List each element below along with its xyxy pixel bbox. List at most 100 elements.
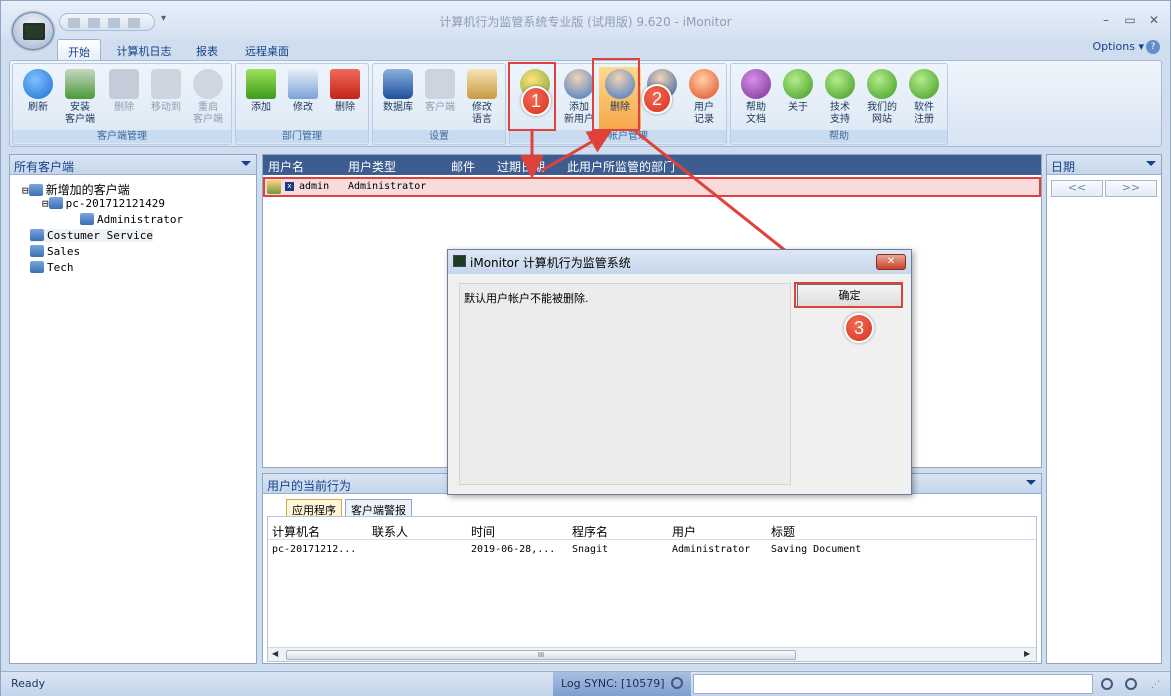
button-label: 重启 客户端 [193,102,223,125]
chevron-down-icon[interactable] [241,161,251,166]
app-menu-button[interactable] [12,12,54,50]
chart-icon[interactable] [108,18,120,28]
register-button[interactable]: 软件 注册 [903,67,945,129]
clients-panel: 所有客户端 ⊟ 新增加的客户端 ⊟ pc-201712121429 Administ… [9,154,257,664]
chart-icon[interactable] [68,18,80,28]
maximize-button[interactable]: ▭ [1120,13,1140,27]
table-cell: Saving Document [771,544,862,555]
group-icon [30,245,44,257]
qat-dropdown-icon[interactable]: ▾ [161,13,166,24]
table-cell: Snagit [572,544,609,555]
table-row[interactable]: pc-20171212... 2019-06-28,... Snagit Adm… [268,544,1036,560]
prev-date-button[interactable]: << [1051,180,1103,197]
table-row[interactable]: x admin Administrator [263,177,1041,197]
column-header[interactable]: 标题 [771,523,795,540]
website-button[interactable]: 我们的 网站 [861,67,903,129]
resize-grip-icon[interactable]: ⋰ [1151,680,1160,690]
next-date-button[interactable]: >> [1105,180,1157,197]
group-department-management: 添加 修改 删除 部门管理 [235,63,369,145]
tab-applications[interactable]: 应用程序 [286,499,342,517]
home-icon [867,69,897,99]
plus-icon [246,69,276,99]
column-header[interactable]: 时间 [471,523,495,540]
user-records-button[interactable]: 用户 记录 [683,67,725,129]
button-label: 修改 [293,102,313,113]
tab-start[interactable]: 开始 [57,39,101,60]
tab-computer-log[interactable]: 计算机日志 [109,39,179,60]
help-docs-button[interactable]: 帮助 文档 [735,67,777,129]
tab-remote-desktop[interactable]: 远程桌面 [237,39,297,60]
edit-department-button[interactable]: 修改 [282,67,324,129]
dialog-close-button[interactable]: ✕ [876,254,906,270]
help-icon[interactable]: ? [1146,40,1160,54]
client-settings-button[interactable]: 客户端 [419,67,461,129]
group-label: 用户帐户管理 [510,130,726,143]
date-panel: 日期 << >> [1046,154,1162,664]
change-language-button[interactable]: 修改 语言 [461,67,503,129]
column-header[interactable]: 联系人 [372,523,408,540]
column-header[interactable]: 程序名 [572,523,608,540]
tree-node-sales[interactable]: Sales [30,245,80,258]
add-user-icon [564,69,594,99]
button-label: 我们的 网站 [867,102,897,125]
tree-node-pc[interactable]: ⊟ pc-201712121429 [42,197,165,210]
window-icon[interactable] [128,18,140,28]
minimize-button[interactable]: – [1096,13,1116,27]
database-button[interactable]: 数据库 [377,67,419,129]
restart-client-button[interactable]: 重启 客户端 [187,67,229,129]
column-header[interactable]: 用户名 [268,158,304,175]
tree-label: 新增加的客户端 [45,183,130,197]
column-header[interactable]: 计算机名 [272,523,320,540]
scroll-left-icon[interactable]: ◀ [272,649,278,658]
chevron-down-icon[interactable] [1026,480,1036,485]
button-label: 添加 [251,102,271,113]
tree-label: Costumer Service [47,229,153,242]
delete-client-button[interactable]: 删除 [103,67,145,129]
move-icon [151,69,181,99]
tree-node-customer-service[interactable]: Costumer Service [30,229,153,242]
delete-icon [109,69,139,99]
zoom-in-icon[interactable] [1125,678,1137,690]
about-button[interactable]: 关于 [777,67,819,129]
scroll-right-icon[interactable]: ▶ [1024,649,1030,658]
question-icon [741,69,771,99]
scroll-thumb[interactable]: III [286,650,796,660]
refresh-button[interactable]: 刷新 [17,67,59,129]
close-button[interactable]: ✕ [1144,13,1164,27]
search-icon[interactable] [671,677,683,689]
step-badge-2: 2 [642,84,672,114]
zoom-out-icon[interactable] [1101,678,1113,690]
column-header[interactable]: 用户类型 [348,158,396,175]
tech-support-button[interactable]: 技术 支持 [819,67,861,129]
status-text: Ready [11,677,46,690]
button-label: 移动到 [151,102,181,113]
monitor-icon [23,23,45,40]
add-department-button[interactable]: 添加 [240,67,282,129]
tree-node-new-clients[interactable]: ⊟ 新增加的客户端 [22,181,130,198]
group-help: 帮助 文档 关于 技术 支持 我们的 网站 软件 注册 帮助 [730,63,948,145]
tab-reports[interactable]: 报表 [187,39,227,60]
button-label: 删除 [114,102,134,113]
tree-label: Administrator [97,213,184,226]
users-grid-header: 用户名 用户类型 邮件 过期日期 此用户所监管的部门 [263,155,1041,175]
column-header[interactable]: 此用户所监管的部门 [567,158,675,175]
chevron-down-icon[interactable] [1146,161,1156,166]
column-header[interactable]: 邮件 [451,158,475,175]
group-label: 客户端管理 [13,130,231,143]
options-menu[interactable]: Options ▾ [1093,40,1144,53]
install-client-button[interactable]: 安装 客户端 [59,67,101,129]
delete-department-button[interactable]: 删除 [324,67,366,129]
tab-client-alerts[interactable]: 客户端警报 [345,499,412,517]
tree-node-administrator[interactable]: Administrator [80,213,183,226]
chart-icon[interactable] [88,18,100,28]
column-header[interactable]: 用户 [672,523,696,540]
activity-table: 计算机名 联系人 时间 程序名 用户 标题 pc-20171212... 201… [267,516,1037,662]
panel-title: 所有客户端 [14,160,75,174]
move-to-button[interactable]: 移动到 [145,67,187,129]
activity-table-header: 计算机名 联系人 时间 程序名 用户 标题 [268,520,1036,540]
tree-node-tech[interactable]: Tech [30,261,74,274]
horizontal-scrollbar[interactable]: ◀ III ▶ [268,647,1036,661]
column-header[interactable]: 过期日期 [497,158,545,175]
status-search-input[interactable] [693,674,1093,694]
monitor-icon [453,255,466,267]
